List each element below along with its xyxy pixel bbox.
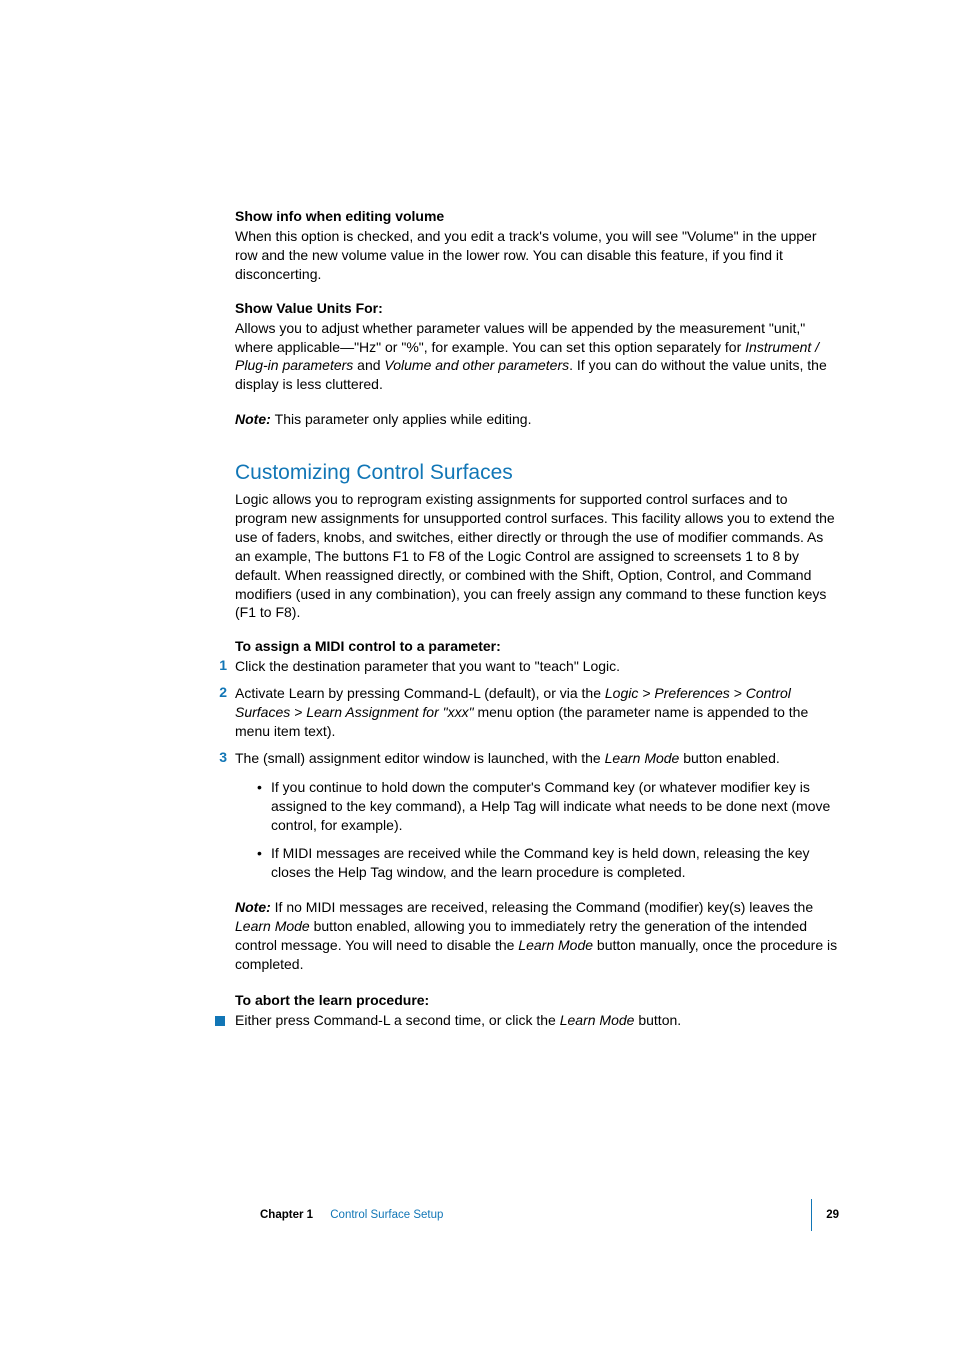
text-fragment: and (353, 357, 384, 373)
text-fragment: If no MIDI messages are received, releas… (275, 899, 813, 915)
steps-list: 1 Click the destination parameter that y… (235, 657, 839, 973)
italic-text: Learn Mode (560, 1012, 635, 1028)
bullet-dot-icon: • (257, 844, 271, 882)
sub-bullet-item: • If MIDI messages are received while th… (257, 844, 839, 882)
note-text: This parameter only applies while editin… (275, 411, 532, 427)
step-number: 3 (207, 749, 235, 974)
note-paragraph: Note: This parameter only applies while … (235, 410, 839, 429)
text-fragment: button. (634, 1012, 681, 1028)
bullet-text: If MIDI messages are received while the … (271, 844, 839, 882)
step-number: 1 (207, 657, 235, 676)
steps-heading-assign: To assign a MIDI control to a parameter: (235, 638, 839, 654)
italic-text: Learn Mode (605, 750, 680, 766)
footer-page-number: 29 (826, 1209, 839, 1221)
bullet-dot-icon: • (257, 778, 271, 835)
text-fragment: Either press Command-L a second time, or… (235, 1012, 560, 1028)
sub-bullet-item: • If you continue to hold down the compu… (257, 778, 839, 835)
step-item: 1 Click the destination parameter that y… (235, 657, 839, 676)
footer-chapter-title: Control Surface Setup (330, 1209, 443, 1221)
note-paragraph: Note: If no MIDI messages are received, … (235, 898, 839, 974)
step-item: 3 The (small) assignment editor window i… (235, 749, 839, 974)
italic-text: Learn Mode (235, 918, 310, 934)
body-text: When this option is checked, and you edi… (235, 227, 839, 284)
body-text: Logic allows you to reprogram existing a… (235, 490, 839, 622)
step-text: Activate Learn by pressing Command-L (de… (235, 684, 839, 741)
text-fragment: Allows you to adjust whether parameter v… (235, 320, 805, 355)
step-text: Click the destination parameter that you… (235, 657, 839, 676)
footer-chapter: Chapter 1 Control Surface Setup (260, 1209, 443, 1221)
subheading-show-value-units: Show Value Units For: (235, 300, 839, 316)
step-number: 2 (207, 684, 235, 741)
text-fragment: button enabled. (679, 750, 779, 766)
body-text: Allows you to adjust whether parameter v… (235, 319, 839, 395)
italic-text: Volume and other parameters (384, 357, 569, 373)
text-fragment: Activate Learn by pressing Command-L (de… (235, 685, 605, 701)
square-bullet-icon (215, 1016, 225, 1026)
bullet-text: If you continue to hold down the compute… (271, 778, 839, 835)
step-item: 2 Activate Learn by pressing Command-L (… (235, 684, 839, 741)
italic-text: Learn Mode (518, 937, 593, 953)
text-fragment: The (small) assignment editor window is … (235, 750, 605, 766)
bullet-item: Either press Command-L a second time, or… (235, 1011, 839, 1030)
page-footer: Chapter 1 Control Surface Setup 29 (260, 1199, 839, 1231)
steps-heading-abort: To abort the learn procedure: (235, 992, 839, 1008)
note-label: Note: (235, 411, 275, 427)
step-text: The (small) assignment editor window is … (235, 749, 839, 974)
footer-right: 29 (797, 1199, 839, 1231)
page: Show info when editing volume When this … (0, 0, 954, 1351)
footer-divider (811, 1199, 812, 1231)
section-heading-customizing: Customizing Control Surfaces (235, 461, 839, 485)
footer-chapter-number: Chapter 1 (260, 1209, 313, 1221)
bullet-text: Either press Command-L a second time, or… (235, 1011, 839, 1030)
note-label: Note: (235, 899, 275, 915)
subheading-show-info: Show info when editing volume (235, 208, 839, 224)
